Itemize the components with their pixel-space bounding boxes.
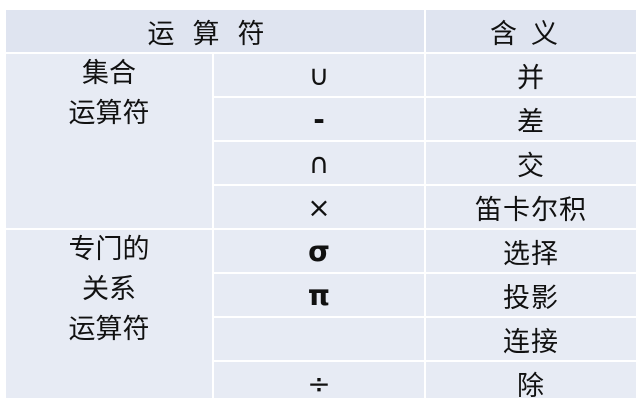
selection-symbol: σ (212, 228, 426, 274)
projection-meaning: 投影 (424, 272, 638, 318)
difference-symbol: - (212, 96, 426, 142)
selection-meaning: 选择 (424, 228, 638, 274)
table-row: 专门的 关系 运算符 σ 选择 (4, 228, 638, 406)
intersection-symbol: ∩ (212, 140, 426, 186)
table-row: 集合 运算符 ∪ 并 (4, 52, 638, 230)
operator-table-container: 运算符 含义 集合 运算符 ∪ 并 - 差 ∩ 交 × 笛卡尔积 专门的 关系 … (4, 8, 638, 406)
group-label-line: 关系 (82, 274, 136, 305)
group-label-line: 集合 (82, 58, 136, 89)
header-meaning: 含义 (424, 8, 638, 54)
difference-meaning: 差 (424, 96, 638, 142)
group-set-operators: 集合 运算符 (4, 52, 214, 230)
union-meaning: 并 (424, 52, 638, 98)
cartesian-product-meaning: 笛卡尔积 (424, 184, 638, 230)
table-header-row: 运算符 含义 (4, 8, 638, 54)
group-relational-operators: 专门的 关系 运算符 (4, 228, 214, 406)
group-label-line: 运算符 (68, 314, 150, 345)
join-meaning: 连接 (424, 316, 638, 362)
intersection-meaning: 交 (424, 140, 638, 186)
group-label-line: 运算符 (68, 98, 150, 129)
division-symbol: ÷ (212, 360, 426, 406)
division-meaning: 除 (424, 360, 638, 406)
relational-algebra-operator-table: 运算符 含义 集合 运算符 ∪ 并 - 差 ∩ 交 × 笛卡尔积 专门的 关系 … (4, 8, 638, 406)
cartesian-product-symbol: × (212, 184, 426, 230)
union-symbol: ∪ (212, 52, 426, 98)
join-symbol (212, 316, 426, 362)
projection-symbol: π (212, 272, 426, 318)
group-label-line: 专门的 (68, 234, 150, 265)
header-operator: 运算符 (4, 8, 426, 54)
